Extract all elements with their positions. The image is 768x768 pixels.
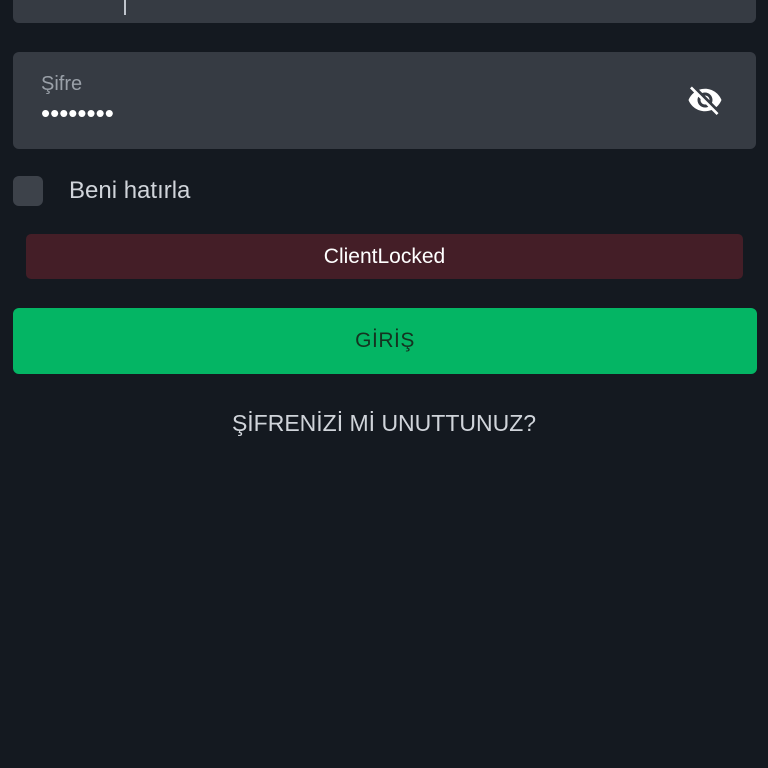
login-screen: Şifre •••••••• Beni hatırla ClientLocked… [0, 0, 768, 768]
login-button[interactable]: GİRİŞ [13, 308, 757, 374]
password-field[interactable]: Şifre •••••••• [13, 52, 756, 149]
login-button-label: GİRİŞ [355, 329, 415, 352]
remember-me-row: Beni hatırla [13, 176, 190, 206]
eye-off-icon[interactable] [684, 81, 726, 119]
error-banner: ClientLocked [26, 234, 743, 279]
password-label: Şifre [41, 73, 83, 95]
forgot-password-link[interactable]: ŞİFRENİZİ Mİ UNUTTUNUZ? [0, 410, 768, 437]
error-message: ClientLocked [323, 244, 446, 268]
password-value[interactable]: •••••••• [41, 100, 114, 126]
remember-me-checkbox[interactable] [13, 176, 43, 206]
text-caret [124, 0, 126, 15]
username-field[interactable] [13, 0, 756, 23]
remember-me-label[interactable]: Beni hatırla [69, 177, 190, 205]
